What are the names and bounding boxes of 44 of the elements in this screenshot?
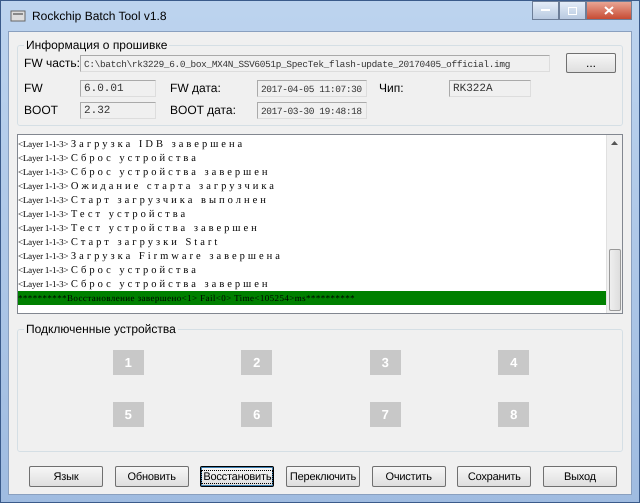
group-title: Информация о прошивке (25, 38, 168, 52)
input-field[interactable]: 2017-04-05 11:07:30 (257, 80, 367, 96)
action-button[interactable]: Обновить (114, 466, 189, 487)
action-button[interactable]: Восстановить (200, 466, 274, 487)
field-label: BOOT (24, 103, 60, 117)
scrollbar[interactable] (606, 135, 622, 313)
input-field[interactable]: 2017-03-30 19:48:18 (257, 102, 367, 118)
field-label: FW часть: (24, 56, 80, 70)
field-label: Чип: (379, 81, 405, 95)
close-icon (604, 6, 614, 15)
log-line: <Layer 1-1-3> Загрузка IDB завершена (18, 138, 246, 151)
scroll-up-icon[interactable] (611, 141, 618, 145)
minimize-button[interactable] (532, 1, 559, 20)
minimize-icon (541, 9, 550, 12)
log-line: <Layer 1-1-3> Ожидание старта загрузчика (18, 180, 278, 193)
log-line: <Layer 1-1-3> Сброс устройства завершен (18, 166, 272, 179)
field-label: BOOT дата: (170, 103, 237, 117)
field-label: FW (24, 81, 44, 95)
log-line: <Layer 1-1-3> Загрузка Firmware завершена (18, 250, 284, 263)
input-field[interactable]: RK322A (449, 80, 531, 96)
action-button[interactable]: Выход (542, 466, 617, 487)
action-button[interactable]: Переключить (286, 466, 360, 487)
action-button[interactable]: Очистить (372, 466, 446, 487)
browse-button[interactable]: ... (566, 53, 616, 73)
action-button[interactable]: Язык (29, 466, 103, 487)
log-line: <Layer 1-1-3> Старт загрузки Start (18, 236, 222, 249)
log-line: <Layer 1-1-3> Сброс устройства (18, 264, 200, 277)
log-line: <Layer 1-1-3> Сброс устройства (18, 152, 200, 165)
maximize-button[interactable] (559, 1, 586, 20)
window-title: Rockchip Batch Tool v1.8 (32, 9, 167, 23)
app-icon (10, 9, 26, 23)
action-button[interactable]: Сохранить (457, 466, 532, 487)
input-field[interactable]: 6.0.01 (80, 80, 156, 96)
log-line: <Layer 1-1-3> Сброс устройства завершен (18, 278, 272, 291)
group-title: Подключенные устройства (25, 322, 177, 336)
input-field[interactable]: C:\batch\rk3229_6.0_box_MX4N_SSV6051p_SpecTek_flash-update_20170405_official.img (80, 54, 550, 72)
field-label: FW дата: (170, 81, 222, 95)
close-button[interactable] (586, 1, 632, 20)
log-line: <Layer 1-1-3> Тест устройства завершен (18, 222, 261, 235)
log-line: <Layer 1-1-3> Тест устройства (18, 208, 190, 221)
log-line: <Layer 1-1-3> Старт загрузчика выполнен (18, 194, 270, 207)
input-field[interactable]: 2.32 (80, 102, 156, 118)
maximize-icon (568, 6, 577, 14)
scrollbar-thumb[interactable] (608, 249, 620, 311)
